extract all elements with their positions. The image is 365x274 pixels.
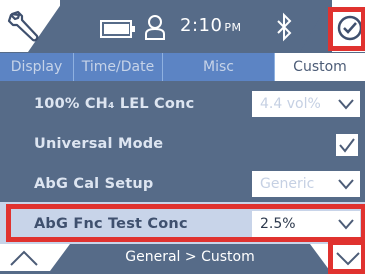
clock: 2:10 PM <box>180 15 242 36</box>
bluetooth-icon <box>277 12 292 42</box>
row-label: Universal Mode <box>34 136 164 152</box>
breadcrumb: General > Custom <box>125 249 255 265</box>
chevron-down-icon <box>338 99 354 110</box>
chevron-down-icon <box>338 179 354 190</box>
universal-mode-checkbox[interactable] <box>336 134 358 156</box>
tab-time-date[interactable]: Time/Date <box>74 53 163 81</box>
tab-misc[interactable]: Misc <box>163 53 275 81</box>
tab-custom[interactable]: Custom <box>275 53 365 81</box>
row-label: 100% CH₄ LEL Conc <box>34 96 195 112</box>
battery-icon <box>100 20 135 38</box>
checkmark-icon <box>339 138 355 153</box>
highlight-box-row <box>6 204 365 242</box>
row-universal-mode[interactable]: Universal Mode <box>0 122 365 166</box>
tab-display[interactable]: Display <box>0 53 74 81</box>
chevron-up-icon[interactable] <box>8 248 40 268</box>
user-icon <box>145 15 165 40</box>
row-abg-cal-setup[interactable]: AbG Cal Setup Generic <box>0 162 365 206</box>
highlight-box-down <box>328 240 365 274</box>
tab-bar: Display Time/Date Misc Custom <box>0 53 365 81</box>
abg-cal-dropdown[interactable]: Generic <box>252 171 360 197</box>
row-label: AbG Cal Setup <box>34 176 154 192</box>
wrench-icon[interactable] <box>6 8 46 44</box>
time-ampm: PM <box>224 21 242 34</box>
dropdown-value: 4.4 vol% <box>260 96 321 112</box>
row-ch4-lel-conc[interactable]: 100% CH₄ LEL Conc 4.4 vol% <box>0 82 365 126</box>
dropdown-value: Generic <box>260 176 315 192</box>
time-value: 2:10 <box>180 15 223 36</box>
ch4-lel-dropdown[interactable]: 4.4 vol% <box>252 91 360 117</box>
highlight-box-accept <box>328 7 365 51</box>
